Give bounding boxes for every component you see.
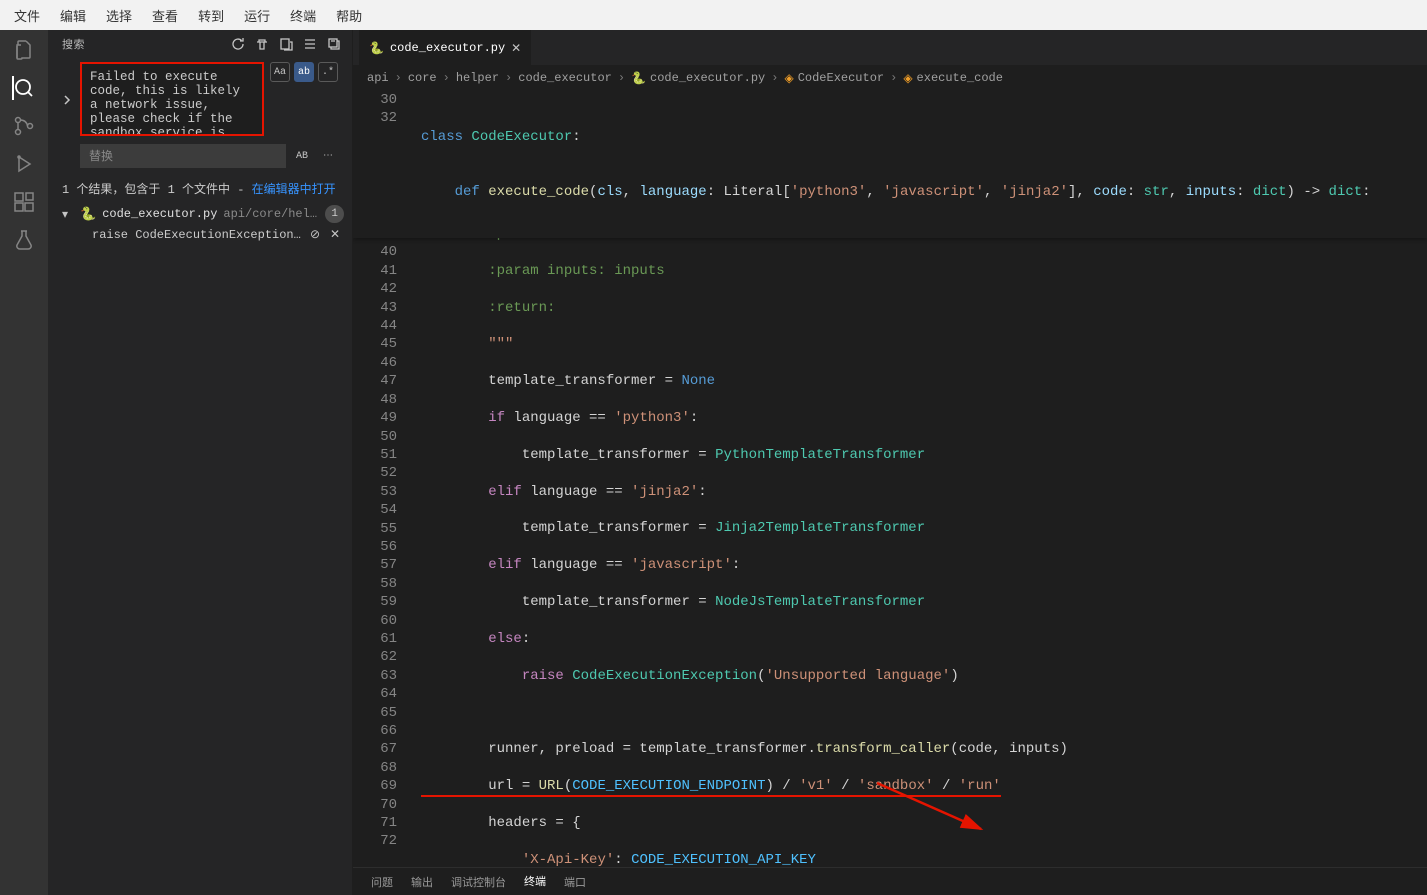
preserve-case-toggle[interactable]: AB xyxy=(292,146,312,166)
close-icon[interactable]: ✕ xyxy=(330,227,344,242)
chevron-down-icon: ▾ xyxy=(62,207,74,222)
toggle-replace-icon[interactable] xyxy=(62,62,74,136)
new-search-editor-icon[interactable] xyxy=(278,36,294,52)
method-symbol-icon: ◈ xyxy=(903,71,912,86)
panel-tab-3[interactable]: 终端 xyxy=(524,867,546,895)
menu-selection[interactable]: 选择 xyxy=(96,2,142,29)
python-file-icon: 🐍 xyxy=(80,207,96,222)
menu-file[interactable]: 文件 xyxy=(4,2,50,29)
tab-code-executor[interactable]: 🐍 code_executor.py ✕ xyxy=(359,30,531,65)
python-file-icon: 🐍 xyxy=(369,41,384,56)
editor-group: 🐍 code_executor.py ✕ api› core› helper› … xyxy=(353,30,1427,895)
code-editor[interactable]: 30 32 class CodeExecutor: def execute_co… xyxy=(353,91,1427,867)
breadcrumb[interactable]: api› core› helper› code_executor› 🐍code_… xyxy=(353,65,1427,91)
testing-icon[interactable] xyxy=(12,228,36,252)
panel-tab-bar: 问题输出调试控制台终端端口 xyxy=(353,867,1427,895)
result-file-path: api/core/helper/code... xyxy=(223,207,319,221)
toggle-search-details-icon[interactable]: ⋯ xyxy=(318,146,338,166)
result-match-row[interactable]: raise CodeExecutionException('Fail... ⊘ … xyxy=(48,225,352,244)
sidebar-title: 搜索 xyxy=(62,36,85,52)
search-icon[interactable] xyxy=(12,76,36,100)
menu-bar: 文件 编辑 选择 查看 转到 运行 终端 帮助 xyxy=(0,0,1427,30)
menu-view[interactable]: 查看 xyxy=(142,2,188,29)
panel-tab-1[interactable]: 输出 xyxy=(411,868,433,895)
explorer-icon[interactable] xyxy=(12,38,36,62)
extensions-icon[interactable] xyxy=(12,190,36,214)
menu-edit[interactable]: 编辑 xyxy=(50,2,96,29)
panel-tab-2[interactable]: 调试控制台 xyxy=(451,868,506,895)
editor-tabs: 🐍 code_executor.py ✕ xyxy=(353,30,1427,65)
source-control-icon[interactable] xyxy=(12,114,36,138)
clear-search-icon[interactable] xyxy=(254,36,270,52)
match-whole-word-toggle[interactable]: ab xyxy=(294,62,314,82)
menu-go[interactable]: 转到 xyxy=(188,2,234,29)
search-sidebar: 搜索 Failed to execute code, this is likel… xyxy=(48,30,353,895)
replace-input[interactable] xyxy=(80,144,286,168)
tab-label: code_executor.py xyxy=(390,41,505,55)
activity-bar xyxy=(0,30,48,895)
panel-tab-4[interactable]: 端口 xyxy=(564,868,586,895)
close-tab-icon[interactable]: ✕ xyxy=(511,41,521,56)
menu-run[interactable]: 运行 xyxy=(234,2,280,29)
annotation-arrow xyxy=(873,779,993,839)
collapse-all-icon[interactable] xyxy=(326,36,342,52)
search-input[interactable]: Failed to execute code, this is likely a… xyxy=(80,62,264,136)
menu-terminal[interactable]: 终端 xyxy=(280,2,326,29)
open-in-editor-link[interactable]: 在编辑器中打开 xyxy=(252,183,336,197)
refresh-icon[interactable] xyxy=(230,36,246,52)
match-case-toggle[interactable]: Aa xyxy=(270,62,290,82)
menu-help[interactable]: 帮助 xyxy=(326,2,372,29)
class-symbol-icon: ◈ xyxy=(784,71,793,86)
panel-tab-0[interactable]: 问题 xyxy=(371,868,393,895)
python-file-icon: 🐍 xyxy=(631,71,646,86)
run-debug-icon[interactable] xyxy=(12,152,36,176)
dismiss-icon[interactable]: ⊘ xyxy=(310,227,324,242)
result-count-badge: 1 xyxy=(325,205,344,223)
use-regex-toggle[interactable]: .* xyxy=(318,62,338,82)
result-file-name: code_executor.py xyxy=(102,207,217,221)
result-file-row[interactable]: ▾ 🐍 code_executor.py api/core/helper/cod… xyxy=(48,203,352,225)
view-as-tree-icon[interactable] xyxy=(302,36,318,52)
results-summary: 1 个结果，包含于 1 个文件中 - 在编辑器中打开 xyxy=(48,174,352,203)
